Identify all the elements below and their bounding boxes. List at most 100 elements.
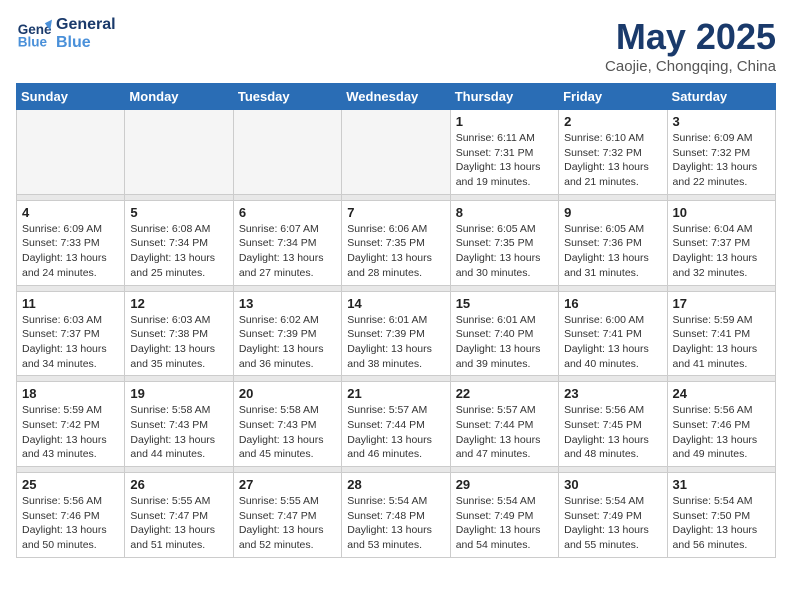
day-info: Sunrise: 5:56 AM Sunset: 7:46 PM Dayligh… (673, 403, 770, 462)
day-info: Sunrise: 6:06 AM Sunset: 7:35 PM Dayligh… (347, 222, 444, 281)
day-number: 25 (22, 477, 119, 492)
week-row-3: 11Sunrise: 6:03 AM Sunset: 7:37 PM Dayli… (17, 291, 776, 376)
logo-general: General (56, 16, 116, 34)
day-info: Sunrise: 5:58 AM Sunset: 7:43 PM Dayligh… (130, 403, 227, 462)
day-info: Sunrise: 6:01 AM Sunset: 7:39 PM Dayligh… (347, 313, 444, 372)
day-cell: 28 Sunrise: 5:54 AM Sunset: 7:48 PM Dayli… (342, 473, 450, 558)
day-info: Sunrise: 6:02 AM Sunset: 7:39 PM Dayligh… (239, 313, 336, 372)
week-row-5: 25 Sunrise: 5:56 AM Sunset: 7:46 PM Dayli… (17, 473, 776, 558)
day-info: Sunrise: 5:54 AM Sunset: 7:50 PM Dayligh… (673, 494, 770, 553)
day-cell: 3 Sunrise: 6:09 AM Sunset: 7:32 PM Daylig… (667, 110, 775, 195)
day-number: 20 (239, 386, 336, 401)
weekday-header-tuesday: Tuesday (233, 84, 341, 110)
day-number: 7 (347, 205, 444, 220)
day-info: Sunrise: 6:09 AM Sunset: 7:32 PM Dayligh… (673, 131, 770, 190)
day-cell: 7 Sunrise: 6:06 AM Sunset: 7:35 PM Daylig… (342, 200, 450, 285)
day-info: Sunrise: 6:07 AM Sunset: 7:34 PM Dayligh… (239, 222, 336, 281)
day-info: Sunrise: 5:54 AM Sunset: 7:49 PM Dayligh… (456, 494, 553, 553)
day-number: 28 (347, 477, 444, 492)
day-info: Sunrise: 6:03 AM Sunset: 7:38 PM Dayligh… (130, 313, 227, 372)
day-number: 31 (673, 477, 770, 492)
day-number: 6 (239, 205, 336, 220)
day-cell: 5 Sunrise: 6:08 AM Sunset: 7:34 PM Daylig… (125, 200, 233, 285)
day-info: Sunrise: 6:05 AM Sunset: 7:35 PM Dayligh… (456, 222, 553, 281)
day-cell: 10 Sunrise: 6:04 AM Sunset: 7:37 PM Dayli… (667, 200, 775, 285)
day-info: Sunrise: 6:05 AM Sunset: 7:36 PM Dayligh… (564, 222, 661, 281)
week-row-4: 18Sunrise: 5:59 AM Sunset: 7:42 PM Dayli… (17, 382, 776, 467)
logo-icon: General Blue (16, 16, 52, 52)
calendar-table: SundayMondayTuesdayWednesdayThursdayFrid… (16, 83, 776, 558)
page-header: General Blue General Blue May 2025 Caoji… (16, 16, 776, 75)
day-info: Sunrise: 5:59 AM Sunset: 7:41 PM Dayligh… (673, 313, 770, 372)
month-title: May 2025 (605, 16, 776, 58)
day-info: Sunrise: 5:54 AM Sunset: 7:48 PM Dayligh… (347, 494, 444, 553)
day-cell: 14 Sunrise: 6:01 AM Sunset: 7:39 PM Dayli… (342, 291, 450, 376)
day-cell (125, 110, 233, 195)
day-cell: 4 Sunrise: 6:09 AM Sunset: 7:33 PM Daylig… (17, 200, 125, 285)
weekday-header-wednesday: Wednesday (342, 84, 450, 110)
day-cell: 13Sunrise: 6:02 AM Sunset: 7:39 PM Dayli… (233, 291, 341, 376)
day-cell: 18Sunrise: 5:59 AM Sunset: 7:42 PM Dayli… (17, 382, 125, 467)
day-cell: 25 Sunrise: 5:56 AM Sunset: 7:46 PM Dayli… (17, 473, 125, 558)
logo-blue: Blue (56, 34, 116, 52)
day-number: 21 (347, 386, 444, 401)
day-number: 5 (130, 205, 227, 220)
day-cell: 27 Sunrise: 5:55 AM Sunset: 7:47 PM Dayli… (233, 473, 341, 558)
day-info: Sunrise: 6:01 AM Sunset: 7:40 PM Dayligh… (456, 313, 553, 372)
day-number: 15 (456, 296, 553, 311)
weekday-header-monday: Monday (125, 84, 233, 110)
location: Caojie, Chongqing, China (605, 58, 776, 75)
day-number: 12 (130, 296, 227, 311)
day-info: Sunrise: 6:09 AM Sunset: 7:33 PM Dayligh… (22, 222, 119, 281)
day-number: 19 (130, 386, 227, 401)
day-cell: 1Sunrise: 6:11 AM Sunset: 7:31 PM Daylig… (450, 110, 558, 195)
day-cell (233, 110, 341, 195)
day-info: Sunrise: 5:57 AM Sunset: 7:44 PM Dayligh… (456, 403, 553, 462)
day-cell: 24 Sunrise: 5:56 AM Sunset: 7:46 PM Dayli… (667, 382, 775, 467)
day-number: 10 (673, 205, 770, 220)
day-cell: 6 Sunrise: 6:07 AM Sunset: 7:34 PM Daylig… (233, 200, 341, 285)
day-number: 3 (673, 114, 770, 129)
day-cell: 26Sunrise: 5:55 AM Sunset: 7:47 PM Dayli… (125, 473, 233, 558)
day-number: 30 (564, 477, 661, 492)
day-info: Sunrise: 5:56 AM Sunset: 7:46 PM Dayligh… (22, 494, 119, 553)
day-info: Sunrise: 6:04 AM Sunset: 7:37 PM Dayligh… (673, 222, 770, 281)
day-info: Sunrise: 5:55 AM Sunset: 7:47 PM Dayligh… (239, 494, 336, 553)
day-cell: 9 Sunrise: 6:05 AM Sunset: 7:36 PM Daylig… (559, 200, 667, 285)
day-number: 24 (673, 386, 770, 401)
day-info: Sunrise: 5:57 AM Sunset: 7:44 PM Dayligh… (347, 403, 444, 462)
day-cell: 22 Sunrise: 5:57 AM Sunset: 7:44 PM Dayli… (450, 382, 558, 467)
day-info: Sunrise: 6:10 AM Sunset: 7:32 PM Dayligh… (564, 131, 661, 190)
weekday-header-thursday: Thursday (450, 84, 558, 110)
day-cell: 2Sunrise: 6:10 AM Sunset: 7:32 PM Daylig… (559, 110, 667, 195)
week-row-2: 4 Sunrise: 6:09 AM Sunset: 7:33 PM Daylig… (17, 200, 776, 285)
day-cell: 23 Sunrise: 5:56 AM Sunset: 7:45 PM Dayli… (559, 382, 667, 467)
day-number: 4 (22, 205, 119, 220)
day-number: 18 (22, 386, 119, 401)
day-info: Sunrise: 5:54 AM Sunset: 7:49 PM Dayligh… (564, 494, 661, 553)
day-number: 9 (564, 205, 661, 220)
day-number: 14 (347, 296, 444, 311)
day-info: Sunrise: 6:08 AM Sunset: 7:34 PM Dayligh… (130, 222, 227, 281)
day-number: 1 (456, 114, 553, 129)
day-number: 22 (456, 386, 553, 401)
day-cell: 21 Sunrise: 5:57 AM Sunset: 7:44 PM Dayli… (342, 382, 450, 467)
day-info: Sunrise: 5:56 AM Sunset: 7:45 PM Dayligh… (564, 403, 661, 462)
day-cell: 29 Sunrise: 5:54 AM Sunset: 7:49 PM Dayli… (450, 473, 558, 558)
day-cell: 17Sunrise: 5:59 AM Sunset: 7:41 PM Dayli… (667, 291, 775, 376)
logo: General Blue General Blue (16, 16, 116, 52)
day-number: 23 (564, 386, 661, 401)
day-number: 27 (239, 477, 336, 492)
day-cell: 20 Sunrise: 5:58 AM Sunset: 7:43 PM Dayli… (233, 382, 341, 467)
day-cell: 31 Sunrise: 5:54 AM Sunset: 7:50 PM Dayli… (667, 473, 775, 558)
day-number: 29 (456, 477, 553, 492)
weekday-header-row: SundayMondayTuesdayWednesdayThursdayFrid… (17, 84, 776, 110)
day-cell: 15 Sunrise: 6:01 AM Sunset: 7:40 PM Dayli… (450, 291, 558, 376)
day-info: Sunrise: 5:55 AM Sunset: 7:47 PM Dayligh… (130, 494, 227, 553)
day-info: Sunrise: 5:58 AM Sunset: 7:43 PM Dayligh… (239, 403, 336, 462)
day-number: 11 (22, 296, 119, 311)
day-number: 16 (564, 296, 661, 311)
day-cell: 30 Sunrise: 5:54 AM Sunset: 7:49 PM Dayli… (559, 473, 667, 558)
weekday-header-saturday: Saturday (667, 84, 775, 110)
day-cell (17, 110, 125, 195)
